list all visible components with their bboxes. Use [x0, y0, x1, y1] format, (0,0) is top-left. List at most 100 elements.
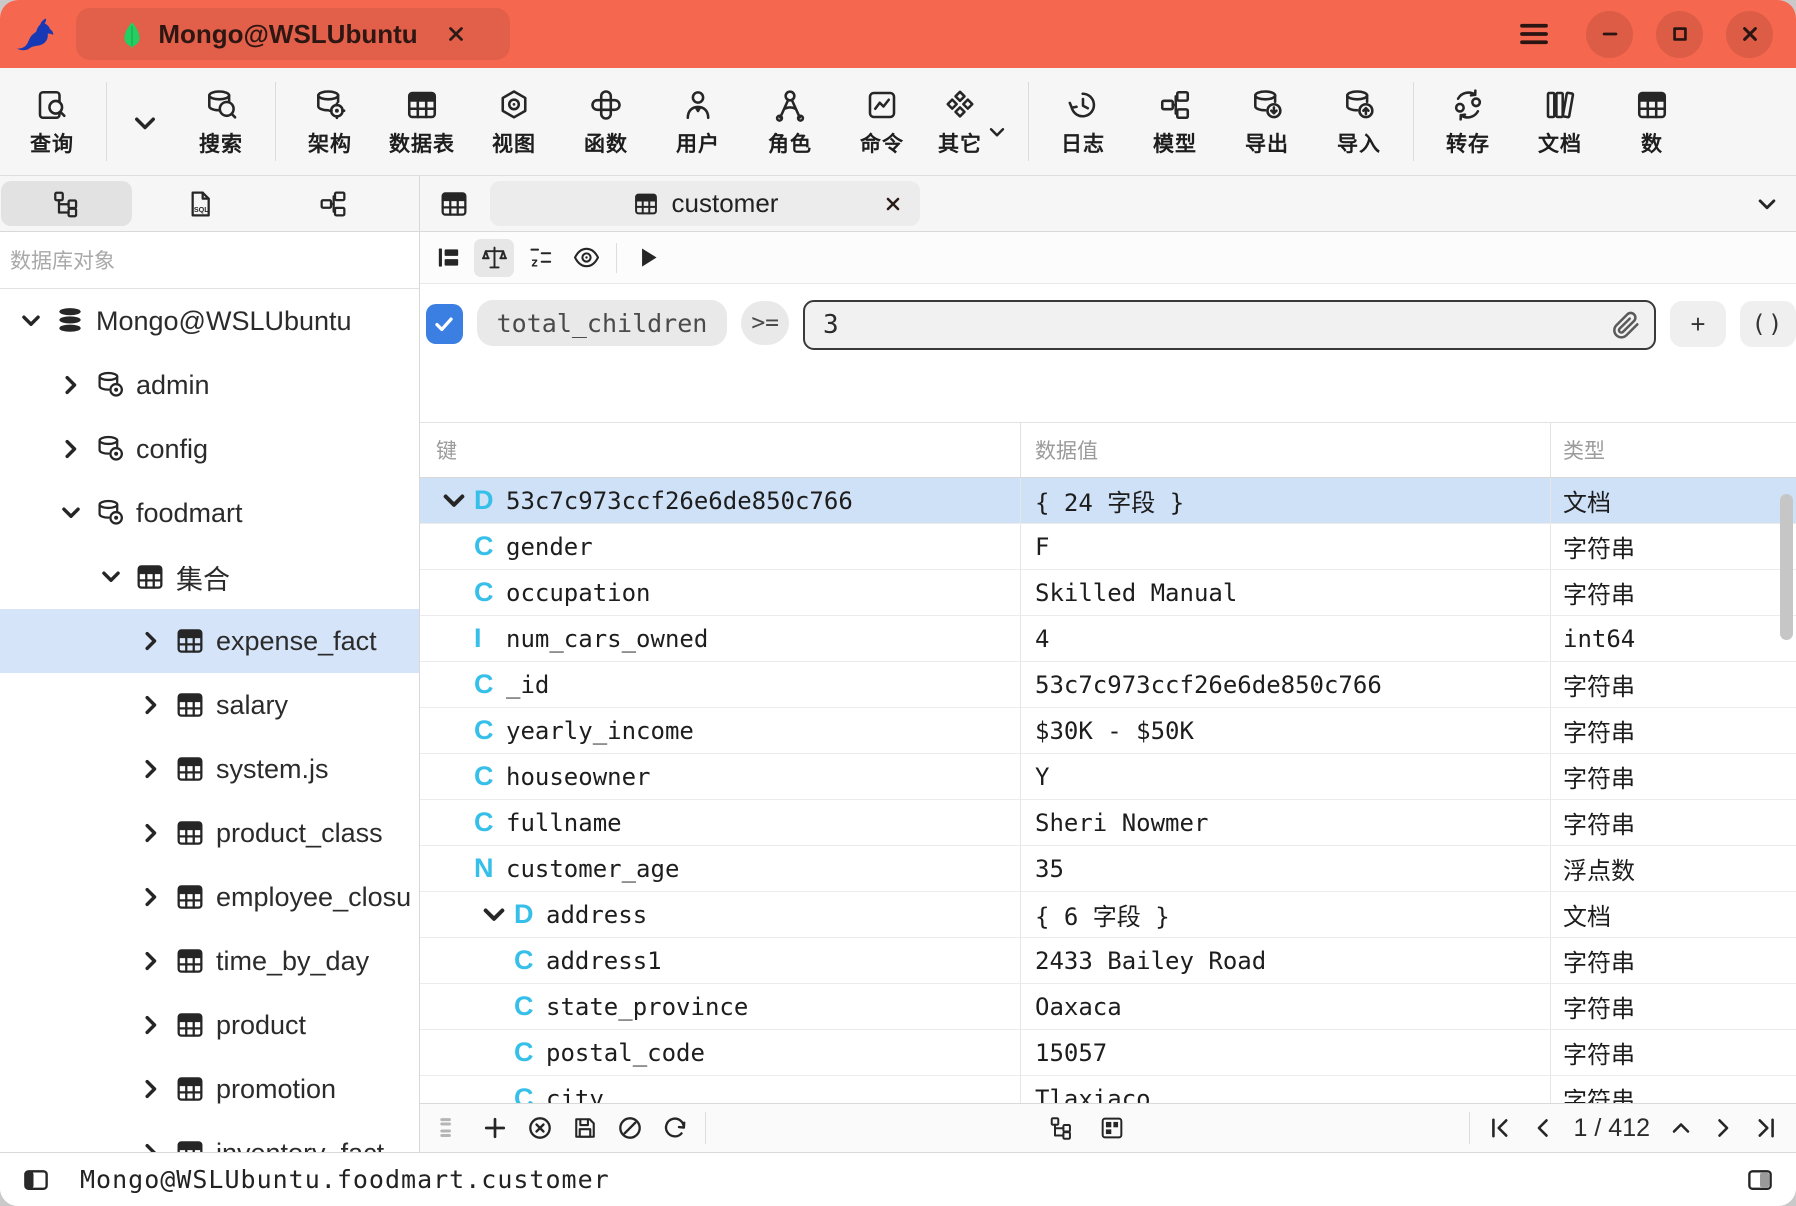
tree-expand-icon[interactable] [134, 752, 168, 786]
first-page-button[interactable] [1482, 1109, 1520, 1147]
last-page-button[interactable] [1746, 1109, 1784, 1147]
grid-cell-type[interactable]: 字符串 [1550, 938, 1796, 983]
toolbar-user-button[interactable]: 用户 [652, 68, 744, 175]
toolbar-model-button[interactable]: 模型 [1129, 68, 1221, 175]
tree-expand-icon[interactable] [14, 304, 48, 338]
toolbar-command-button[interactable]: 命令 [836, 68, 928, 175]
connection-tab[interactable]: Mongo@WSLUbuntu [76, 8, 510, 60]
save-record-button[interactable] [565, 1109, 605, 1147]
tree-expand-icon[interactable] [54, 496, 88, 530]
grid-row-postal_code[interactable]: Cpostal_code15057字符串 [420, 1030, 1796, 1076]
column-header-value[interactable]: 数据值 [1020, 423, 1550, 477]
toolbar-export-button[interactable]: 导出 [1221, 68, 1313, 175]
grid-cell-value[interactable]: 53c7c973ccf26e6de850c766 [1020, 662, 1550, 707]
pane-tab-tree-pane[interactable] [1, 181, 132, 226]
tree-item-config[interactable]: config [0, 417, 419, 481]
minimize-button[interactable] [1586, 11, 1633, 58]
tree-item-system.js[interactable]: system.js [0, 737, 419, 801]
toolbar-search-button[interactable]: 搜索 [175, 68, 267, 175]
grid-cell-type[interactable]: 字符串 [1550, 800, 1796, 845]
grid-row-num_cars_owned[interactable]: Inum_cars_owned4int64 [420, 616, 1796, 662]
grid-cell-value[interactable]: 4 [1020, 616, 1550, 661]
grid-cell-type[interactable]: 字符串 [1550, 1030, 1796, 1075]
tree-expand-icon[interactable] [54, 432, 88, 466]
tree-item-foodmart[interactable]: foodmart [0, 481, 419, 545]
grid-cell-key[interactable]: Cstate_province [420, 984, 1020, 1029]
grid-row-customer_age[interactable]: Ncustomer_age35浮点数 [420, 846, 1796, 892]
grid-cell-key[interactable]: Cfullname [420, 800, 1020, 845]
tree-expand-icon[interactable] [134, 1008, 168, 1042]
maximize-button[interactable] [1656, 11, 1703, 58]
row-expand-icon[interactable] [474, 901, 514, 929]
grid-row-address1[interactable]: Caddress12433 Bailey Road字符串 [420, 938, 1796, 984]
close-button[interactable] [1726, 11, 1773, 58]
connection-tab-close-icon[interactable] [444, 22, 468, 46]
prev-page-button[interactable] [1524, 1109, 1562, 1147]
tree-item-Mongo@WSLUbuntu[interactable]: Mongo@WSLUbuntu [0, 289, 419, 353]
grid-row-yearly_income[interactable]: Cyearly_income$30K - $50K字符串 [420, 708, 1796, 754]
grid-cell-key[interactable]: Caddress1 [420, 938, 1020, 983]
grid-cell-type[interactable]: 字符串 [1550, 708, 1796, 753]
page-jump-button[interactable] [1662, 1109, 1700, 1147]
filter-field-pill[interactable]: total_children [477, 300, 728, 346]
tree-item-salary[interactable]: salary [0, 673, 419, 737]
pane-tab-model-pane[interactable] [267, 181, 398, 226]
grid-cell-value[interactable]: 2433 Bailey Road [1020, 938, 1550, 983]
toggle-left-panel-button[interactable] [18, 1163, 54, 1197]
grid-cell-key[interactable]: D53c7c973ccf26e6de850c766 [420, 478, 1020, 523]
grid-cell-value[interactable]: Sheri Nowmer [1020, 800, 1550, 845]
filter-value-input[interactable] [803, 300, 1656, 350]
toolbar-dump-button[interactable]: 转存 [1422, 68, 1514, 175]
toolbar-role-button[interactable]: 角色 [744, 68, 836, 175]
toolbar-import-button[interactable]: 导入 [1313, 68, 1405, 175]
column-header-key[interactable]: 键 [420, 423, 1020, 477]
grid-cell-key[interactable]: Cgender [420, 524, 1020, 569]
grid-cell-value[interactable]: F [1020, 524, 1550, 569]
tree-expand-icon[interactable] [134, 1136, 168, 1152]
grid-cell-key[interactable]: Ncustomer_age [420, 846, 1020, 891]
grid-cell-value[interactable]: { 24 字段 } [1020, 478, 1550, 523]
apply-filter-button[interactable] [627, 239, 667, 277]
grid-cell-key[interactable]: Cyearly_income [420, 708, 1020, 753]
grid-cell-key[interactable]: Daddress [420, 892, 1020, 937]
tree-view-button[interactable] [1042, 1109, 1082, 1147]
grid-cell-key[interactable]: Chouseowner [420, 754, 1020, 799]
column-header-type[interactable]: 类型 [1550, 423, 1796, 477]
toggle-right-panel-button[interactable] [1742, 1163, 1778, 1197]
toolbar-docs-button[interactable]: 文档 [1514, 68, 1606, 175]
filter-criteria-button[interactable] [474, 239, 514, 277]
grid-cell-value[interactable]: Tlaxiaco [1020, 1076, 1550, 1103]
grid-cell-value[interactable]: Oaxaca [1020, 984, 1550, 1029]
tree-expand-icon[interactable] [134, 688, 168, 722]
grid-row-city[interactable]: CcityTlaxiaco字符串 [420, 1076, 1796, 1103]
grid-cell-value[interactable]: Skilled Manual [1020, 570, 1550, 615]
tree-item-inventory_fact[interactable]: inventory_fact [0, 1121, 419, 1152]
form-view-button[interactable] [1092, 1109, 1132, 1147]
pane-tab-sql-pane[interactable]: SQL [134, 181, 265, 226]
tree-item-time_by_day[interactable]: time_by_day [0, 929, 419, 993]
grid-cell-type[interactable]: 字符串 [1550, 984, 1796, 1029]
tree-expand-icon[interactable] [134, 944, 168, 978]
grid-cell-key[interactable]: Inum_cars_owned [420, 616, 1020, 661]
add-condition-button[interactable]: + [1670, 301, 1726, 347]
toolbar-query-button[interactable]: 查询 [6, 68, 98, 175]
tree-item-product[interactable]: product [0, 993, 419, 1057]
add-group-button[interactable]: () [1740, 301, 1796, 347]
filter-enabled-checkbox[interactable] [426, 304, 463, 344]
discard-changes-button[interactable] [610, 1109, 650, 1147]
grid-cell-type[interactable]: 字符串 [1550, 662, 1796, 707]
grid-row-fullname[interactable]: CfullnameSheri Nowmer字符串 [420, 800, 1796, 846]
grid-cell-value[interactable]: 15057 [1020, 1030, 1550, 1075]
grid-cell-type[interactable]: 文档 [1550, 478, 1796, 523]
object-filter-input[interactable]: 数据库对象 [0, 232, 419, 289]
grid-cell-type[interactable]: 字符串 [1550, 570, 1796, 615]
grid-row-address[interactable]: Daddress{ 6 字段 }文档 [420, 892, 1796, 938]
tab-close-icon[interactable] [882, 193, 904, 215]
grid-cell-key[interactable]: Cpostal_code [420, 1030, 1020, 1075]
toolbar-function-button[interactable]: 函数 [560, 68, 652, 175]
filter-operator-pill[interactable]: >= [741, 301, 789, 345]
projection-button[interactable] [566, 239, 606, 277]
grid-row-state_province[interactable]: Cstate_provinceOaxaca字符串 [420, 984, 1796, 1030]
row-expand-icon[interactable] [434, 487, 474, 515]
tree-item-admin[interactable]: admin [0, 353, 419, 417]
